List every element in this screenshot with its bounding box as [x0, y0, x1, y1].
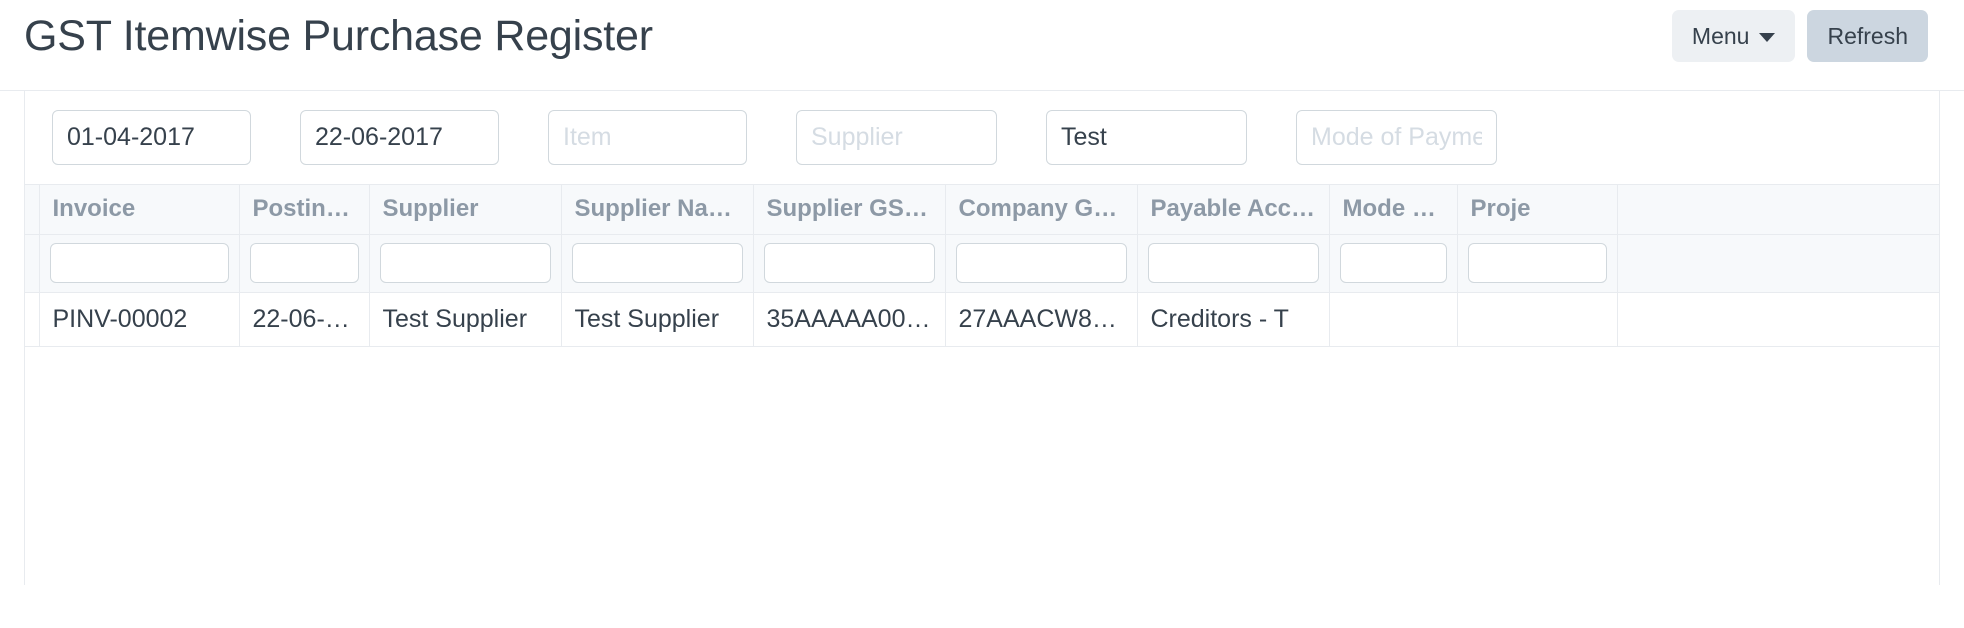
column-filter-cell-payable-account [1137, 234, 1330, 293]
column-header-supplier-gstin[interactable]: Supplier GSTIN [753, 185, 946, 235]
column-header-posting-date[interactable]: Posting D... [239, 185, 370, 235]
column-filter-cell-supplier-name [561, 234, 754, 293]
column-filter-invoice[interactable] [49, 243, 229, 283]
column-filter-mode-of-payment[interactable] [1339, 243, 1447, 283]
table-row[interactable]: PINV-00002 22-06-2017 Test Supplier Test… [25, 292, 1939, 347]
table-header: Invoice Posting D... Supplier Supplier N… [25, 185, 1939, 293]
filter-supplier[interactable] [796, 110, 997, 165]
column-filter-cell-supplier-gstin [753, 234, 946, 293]
cell-project[interactable] [1457, 292, 1618, 347]
table-body: PINV-00002 22-06-2017 Test Supplier Test… [25, 292, 1939, 347]
column-header-extra[interactable] [1617, 185, 1939, 235]
cell-supplier-name[interactable]: Test Supplier [561, 292, 754, 347]
refresh-button[interactable]: Refresh [1807, 10, 1928, 62]
column-filter-supplier-gstin[interactable] [763, 243, 935, 283]
filter-from-date[interactable] [52, 110, 251, 165]
filter-company[interactable] [1046, 110, 1247, 165]
report-page: GST Itemwise Purchase Register Menu Refr… [0, 0, 1964, 628]
column-filter-company-gstin[interactable] [955, 243, 1127, 283]
cell-mode-of-payment[interactable] [1329, 292, 1458, 347]
cell-extra[interactable] [1617, 292, 1939, 347]
column-header-supplier-name[interactable]: Supplier Name [561, 185, 754, 235]
column-filter-cell-posting-date [239, 234, 370, 293]
column-header-project[interactable]: Proje [1457, 185, 1618, 235]
filter-item[interactable] [548, 110, 747, 165]
filter-to-date[interactable] [300, 110, 499, 165]
report-table-container[interactable]: Invoice Posting D... Supplier Supplier N… [24, 184, 1940, 585]
table-empty-area [25, 346, 1939, 585]
column-filter-cell-company-gstin [945, 234, 1138, 293]
column-filter-project[interactable] [1467, 243, 1607, 283]
menu-button[interactable]: Menu [1671, 10, 1796, 62]
column-header-invoice[interactable]: Invoice [39, 185, 240, 235]
column-filter-supplier-name[interactable] [571, 243, 743, 283]
chevron-down-icon [1759, 33, 1776, 42]
table-column-filter-row [25, 234, 1939, 293]
column-header-supplier[interactable]: Supplier [369, 185, 562, 235]
column-filter-cell-supplier [369, 234, 562, 293]
table-header-row: Invoice Posting D... Supplier Supplier N… [25, 185, 1939, 235]
page-header: GST Itemwise Purchase Register Menu Refr… [0, 0, 1964, 91]
column-filter-cell-project [1457, 234, 1618, 293]
column-filter-supplier[interactable] [379, 243, 551, 283]
filter-mode-of-payment[interactable] [1296, 110, 1497, 165]
page-title: GST Itemwise Purchase Register [24, 12, 653, 60]
filter-section [24, 91, 1940, 184]
column-header-company-gstin[interactable]: Company GSTIN [945, 185, 1138, 235]
column-header-payable-account[interactable]: Payable Account [1137, 185, 1330, 235]
cell-invoice[interactable]: PINV-00002 [39, 292, 240, 347]
report-table: Invoice Posting D... Supplier Supplier N… [25, 185, 1939, 347]
column-filter-cell-mode-of-payment [1329, 234, 1458, 293]
cell-payable-account[interactable]: Creditors - T [1137, 292, 1330, 347]
column-filter-cell-extra [1617, 234, 1939, 293]
cell-supplier-gstin[interactable]: 35AAAAA0000A1... [753, 292, 946, 347]
filter-row [25, 91, 1939, 184]
column-filter-cell-index [25, 234, 40, 293]
column-header-mode-of-payment[interactable]: Mode of P... [1329, 185, 1458, 235]
column-filter-cell-invoice [39, 234, 240, 293]
column-header-index[interactable] [25, 185, 40, 235]
menu-button-label: Menu [1691, 22, 1750, 49]
header-actions: Menu Refresh [1671, 10, 1928, 62]
column-filter-posting-date[interactable] [249, 243, 359, 283]
cell-company-gstin[interactable]: 27AAACW8099E... [945, 292, 1138, 347]
cell-supplier[interactable]: Test Supplier [369, 292, 562, 347]
column-filter-payable-account[interactable] [1147, 243, 1319, 283]
cell-posting-date[interactable]: 22-06-2017 [239, 292, 370, 347]
cell-index [25, 292, 40, 347]
